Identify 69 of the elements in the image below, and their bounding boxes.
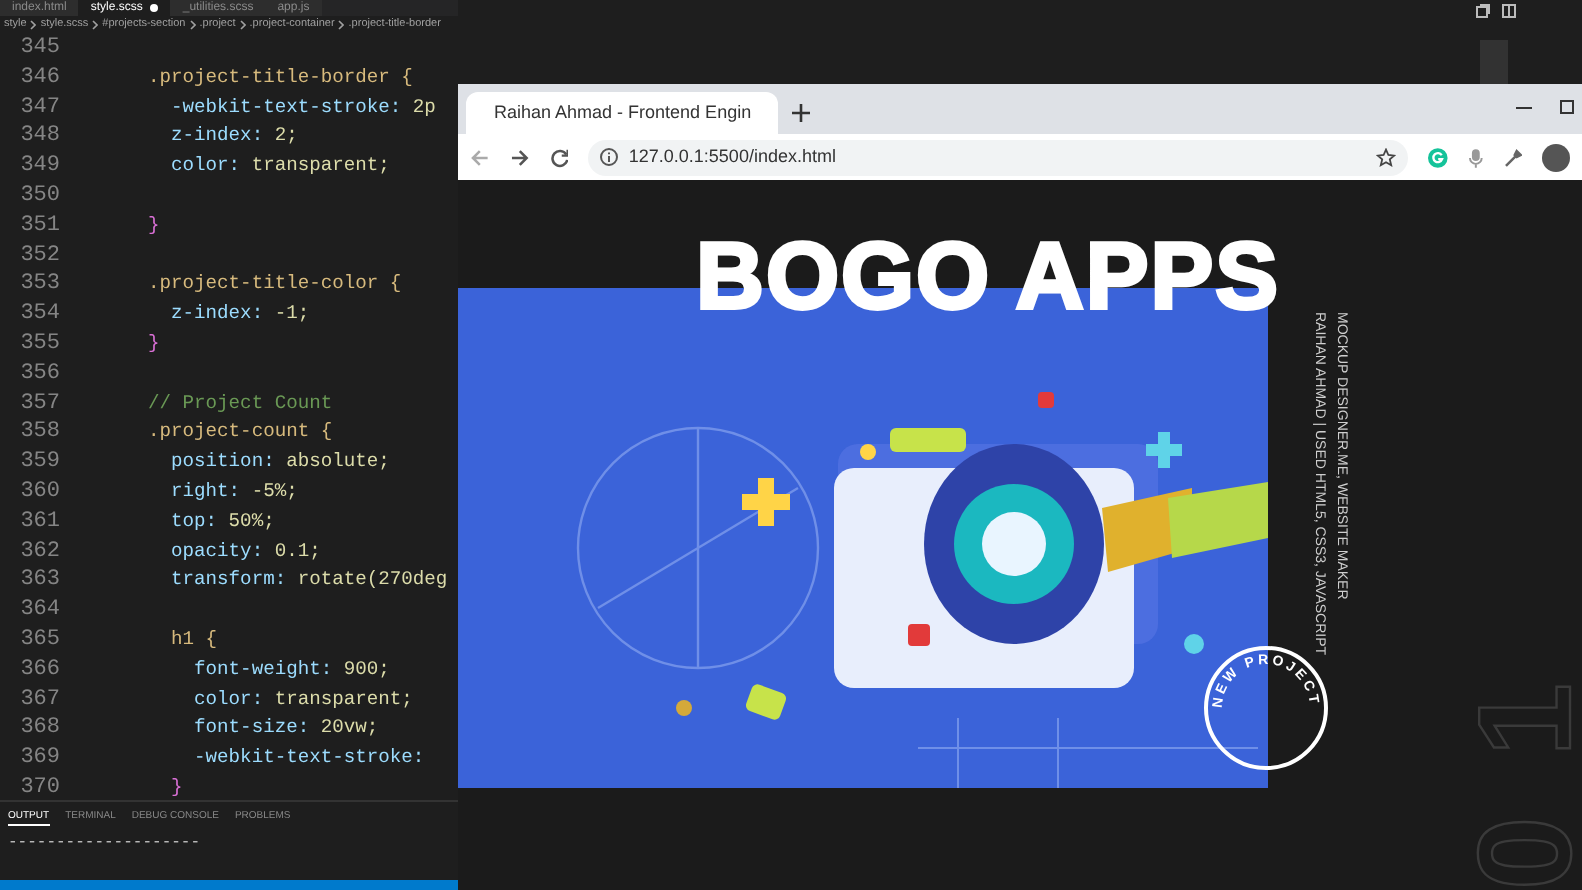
avatar[interactable] <box>1542 143 1571 171</box>
line-number: 354 <box>18 300 62 330</box>
split-icon[interactable] <box>1476 4 1490 18</box>
line-number: 352 <box>18 241 62 271</box>
line-number: 349 <box>18 152 62 182</box>
address-bar[interactable]: 127.0.0.1:5500/index.html <box>588 139 1408 175</box>
code-line: .project-title-color { <box>148 270 402 299</box>
minimize-icon[interactable] <box>1516 106 1532 110</box>
star-icon[interactable] <box>1375 147 1396 167</box>
chevron-icon <box>338 20 345 30</box>
tab-title: Raihan Ahmad - Frontend Engin <box>494 99 752 126</box>
code-line: .project-count { <box>148 418 333 447</box>
code-line: -webkit-text-stroke: 2p <box>169 93 436 122</box>
chevron-icon <box>92 20 99 30</box>
code-line: z-index: 2; <box>169 122 298 151</box>
reload-icon[interactable] <box>549 147 569 167</box>
line-number: 346 <box>18 63 62 94</box>
code-line: z-index: -1; <box>169 300 310 329</box>
line-number: 356 <box>18 359 62 390</box>
code-line: font-weight: 900; <box>192 655 390 684</box>
line-number: 360 <box>18 477 62 508</box>
code-line: -webkit-text-stroke: <box>192 744 425 773</box>
info-icon <box>600 148 619 166</box>
line-number: 364 <box>18 596 62 626</box>
code-line: transform: rotate(270deg <box>169 566 448 595</box>
code-line: // Project Count <box>148 389 333 418</box>
forward-icon[interactable] <box>509 147 530 167</box>
new-tab-icon[interactable] <box>792 104 810 122</box>
line-number: 367 <box>18 685 62 715</box>
browser-tab[interactable]: Raihan Ahmad - Frontend Engin <box>466 92 778 134</box>
line-number: 369 <box>18 744 62 774</box>
code-line: .project-title-border { <box>148 63 413 92</box>
eyedropper-icon[interactable] <box>1503 147 1523 167</box>
code-line: font-size: 20vw; <box>192 714 379 743</box>
microphone-icon[interactable] <box>1467 147 1484 167</box>
chevron-icon <box>189 20 196 30</box>
code-line: } <box>148 211 160 240</box>
code-line: h1 { <box>169 625 218 654</box>
code-line: right: -5%; <box>169 477 298 506</box>
line-number: 361 <box>18 507 62 538</box>
line-number: 351 <box>18 211 62 242</box>
line-number: 353 <box>18 270 62 301</box>
url-text: 127.0.0.1:5500/index.html <box>628 143 838 170</box>
code-line: color: transparent; <box>169 152 390 181</box>
line-number: 350 <box>18 181 62 212</box>
maximize-icon[interactable] <box>1560 100 1574 114</box>
chevron-icon <box>239 20 246 30</box>
line-number: 359 <box>18 448 62 478</box>
line-number: 348 <box>18 122 62 153</box>
line-number: 362 <box>18 537 62 567</box>
line-number: 363 <box>18 566 62 597</box>
layout-icon[interactable] <box>1502 4 1516 18</box>
code-line: opacity: 0.1; <box>169 537 321 566</box>
line-number: 355 <box>18 329 62 360</box>
code-line: position: absolute; <box>169 448 390 477</box>
line-number: 366 <box>18 655 62 686</box>
output-text: -------------------- <box>6 832 203 856</box>
line-number: 345 <box>18 34 62 64</box>
line-number: 357 <box>18 389 62 419</box>
code-line: } <box>148 329 160 358</box>
line-number: 370 <box>18 773 62 800</box>
code-line: top: 50%; <box>169 507 275 536</box>
line-number: 368 <box>18 714 62 745</box>
line-number: 347 <box>18 93 62 123</box>
code-line: color: transparent; <box>192 685 413 714</box>
line-number: 365 <box>18 625 62 656</box>
line-number: 358 <box>18 418 62 449</box>
chevron-icon <box>30 20 37 30</box>
code-line: } <box>169 773 183 800</box>
